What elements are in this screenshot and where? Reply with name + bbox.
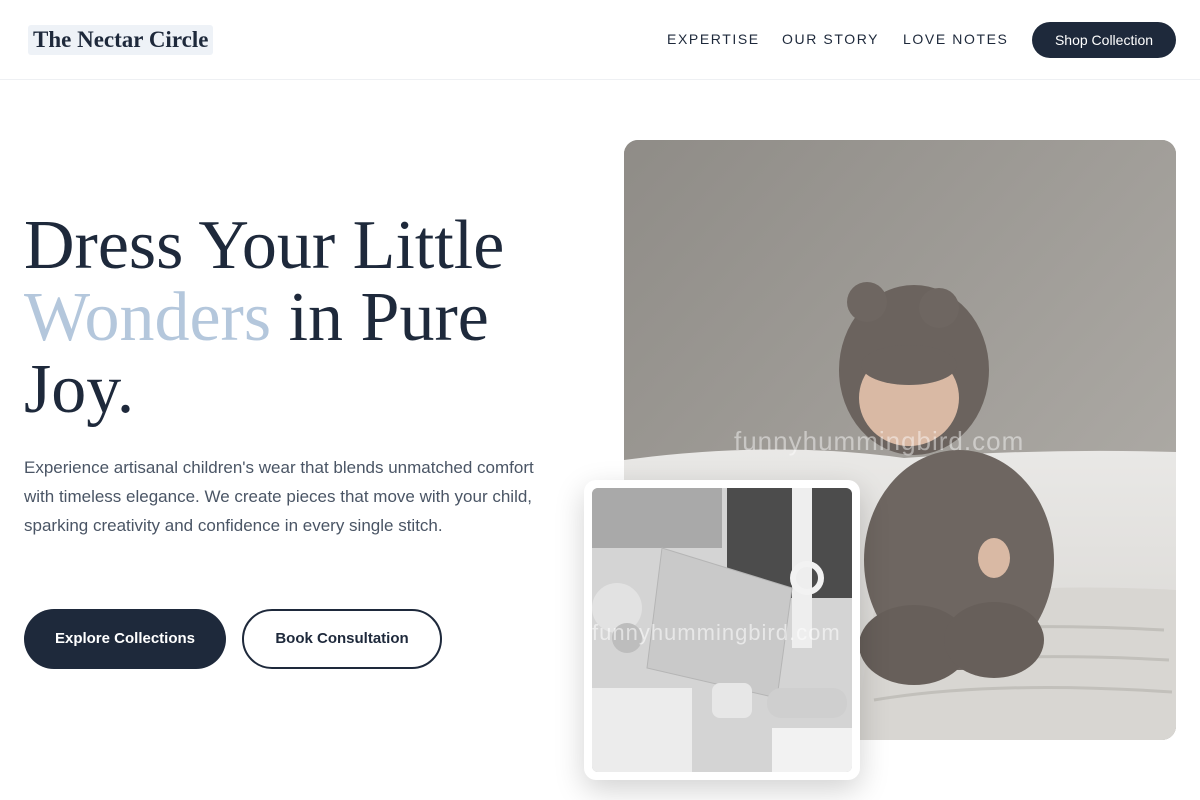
shop-collection-button[interactable]: Shop Collection xyxy=(1032,22,1176,58)
headline-accent-word: Wonders xyxy=(24,279,272,356)
brand-logo[interactable]: The Nectar Circle xyxy=(28,25,214,55)
headline-line-1: Dress Your Little xyxy=(24,207,505,284)
headline-line-3: Joy. xyxy=(24,351,135,428)
headline-line-2-rest: in Pure xyxy=(271,279,489,356)
nav-link-our-story[interactable]: OUR STORY xyxy=(782,31,879,47)
nav-link-expertise[interactable]: EXPERTISE xyxy=(667,31,760,47)
explore-collections-button[interactable]: Explore Collections xyxy=(24,609,226,669)
inset-watermark-text: funnyhummingbird.com xyxy=(592,620,841,645)
nav-link-love-notes[interactable]: LOVE NOTES xyxy=(903,31,1008,47)
flatlay-photo: funnyhummingbird.com xyxy=(592,488,852,772)
inset-photo-card: funnyhummingbird.com xyxy=(584,480,860,780)
site-header: The Nectar Circle EXPERTISE OUR STORY LO… xyxy=(0,0,1200,80)
hero-headline: Dress Your Little Wonders in Pure Joy. xyxy=(24,210,584,426)
hero-description: Experience artisanal children's wear tha… xyxy=(24,458,534,535)
book-consultation-button[interactable]: Book Consultation xyxy=(242,609,442,669)
watermark-text: funnyhummingbird.com xyxy=(734,426,1025,456)
